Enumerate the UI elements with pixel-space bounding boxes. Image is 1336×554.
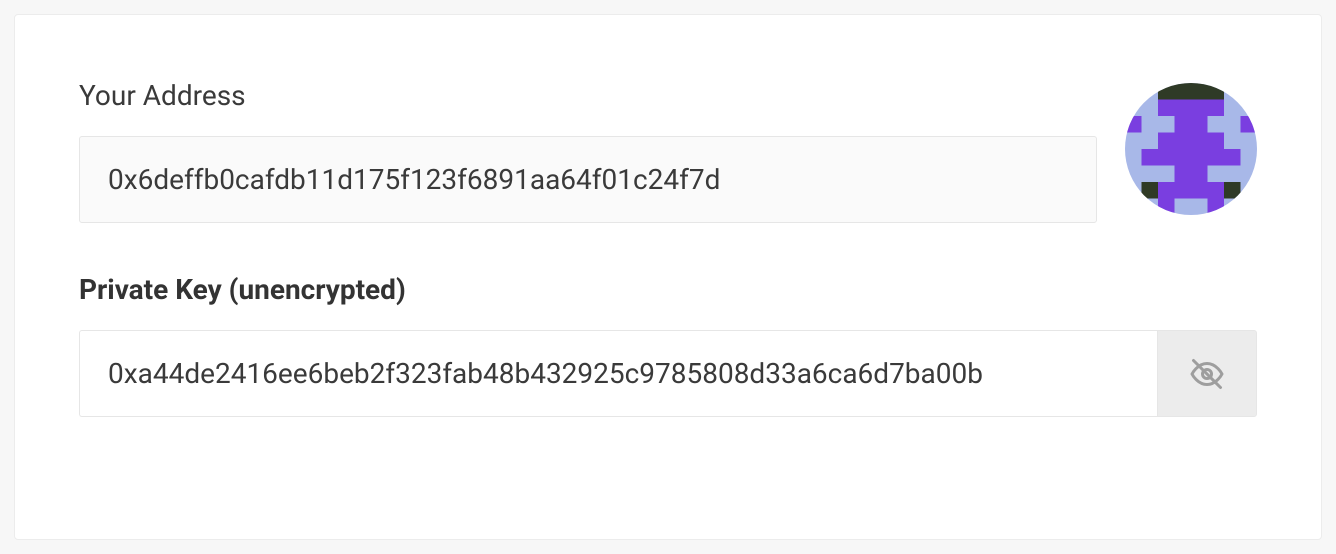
private-key-input[interactable] [79,330,1157,417]
address-label: Your Address [79,79,1097,112]
identicon-avatar [1125,83,1257,215]
toggle-visibility-button[interactable] [1157,330,1257,417]
address-input[interactable] [79,136,1097,223]
identicon-svg [1125,83,1257,215]
address-section: Your Address [79,79,1257,223]
private-key-label: Private Key (unencrypted) [79,273,1257,306]
address-column: Your Address [79,79,1097,223]
wallet-card: Your Address [14,14,1322,540]
private-key-section: Private Key (unencrypted) [79,273,1257,417]
eye-off-icon [1189,356,1225,392]
private-key-row [79,330,1257,417]
